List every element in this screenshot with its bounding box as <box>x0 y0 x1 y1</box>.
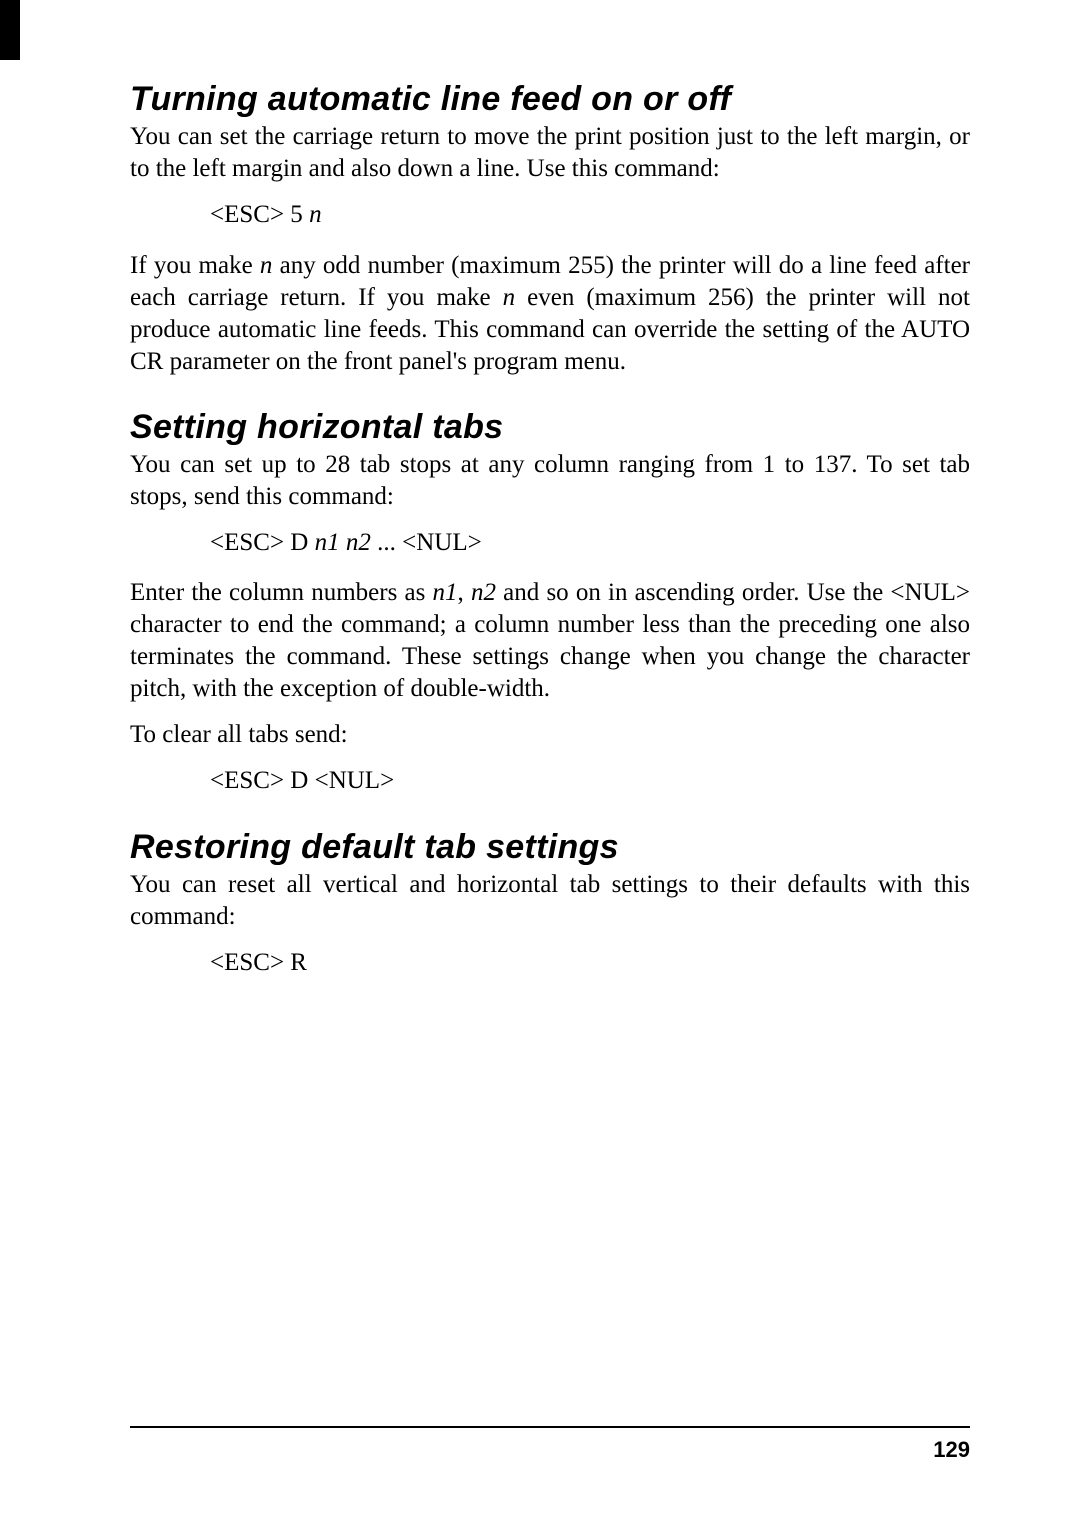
page: Turning automatic line feed on or off Yo… <box>0 0 1080 1518</box>
text: , <box>458 579 471 606</box>
paragraph: You can set up to 28 tab stops at any co… <box>130 449 970 513</box>
page-number: 129 <box>933 1437 970 1463</box>
inline-variable: n <box>260 252 273 279</box>
text: If you make <box>130 252 260 279</box>
inline-variable: n1 <box>433 579 458 606</box>
text: You can set the carriage return to move … <box>130 123 970 182</box>
command-line: <ESC> R <box>210 947 970 980</box>
section-restore-tabs: Restoring default tab settings You can r… <box>130 828 970 980</box>
paragraph: You can reset all vertical and horizonta… <box>130 869 970 933</box>
paragraph: Enter the column numbers as n1, n2 and s… <box>130 577 970 705</box>
inline-variable: n <box>503 284 516 311</box>
command-text: <ESC> R <box>210 949 307 976</box>
text: You can set up to 28 tab stops at any co… <box>130 451 970 510</box>
command-text: ... <NUL> <box>371 529 482 556</box>
text: You can reset all vertical and horizonta… <box>130 871 970 930</box>
text: To clear all tabs send: <box>130 721 348 748</box>
inline-variable: n2 <box>471 579 496 606</box>
section-horizontal-tabs: Setting horizontal tabs You can set up t… <box>130 408 970 798</box>
command-line: <ESC> D n1 n2 ... <NUL> <box>210 527 970 560</box>
command-text: <ESC> D <NUL> <box>210 767 394 794</box>
paragraph: You can set the carriage return to move … <box>130 121 970 185</box>
corner-tab <box>0 0 20 60</box>
paragraph: If you make n any odd number (maximum 25… <box>130 250 970 378</box>
command-variable: n1 n2 <box>315 529 371 556</box>
command-text: <ESC> 5 <box>210 201 309 228</box>
heading-auto-line-feed: Turning automatic line feed on or off <box>130 80 970 119</box>
text: Enter the column numbers as <box>130 579 433 606</box>
paragraph: To clear all tabs send: <box>130 719 970 751</box>
command-variable: n <box>309 201 322 228</box>
section-auto-line-feed: Turning automatic line feed on or off Yo… <box>130 80 970 378</box>
command-line: <ESC> 5 n <box>210 199 970 232</box>
command-line: <ESC> D <NUL> <box>210 765 970 798</box>
footer-rule <box>130 1426 970 1428</box>
heading-horizontal-tabs: Setting horizontal tabs <box>130 408 970 447</box>
heading-restore-tabs: Restoring default tab settings <box>130 828 970 867</box>
command-text: <ESC> D <box>210 529 315 556</box>
